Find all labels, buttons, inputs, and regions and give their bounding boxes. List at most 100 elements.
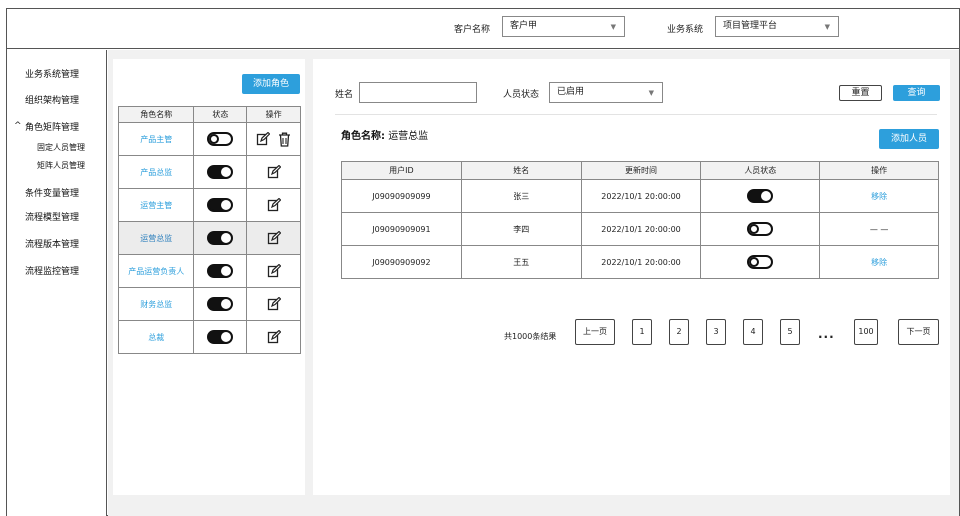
sidebar-item-role-matrix[interactable]: 角色矩阵管理 <box>25 120 79 133</box>
role-name[interactable]: 运营主管 <box>117 188 195 222</box>
status-filter-label: 人员状态 <box>503 90 540 100</box>
role-row[interactable]: 运营主管 <box>117 188 301 222</box>
table-row: J09090909091 李四 2022/10/1 20:00:00 — — <box>341 212 939 246</box>
page-button-last[interactable]: 100 <box>854 319 878 345</box>
table-row: J09090909099 张三 2022/10/1 20:00:00 移除 <box>341 179 939 213</box>
reset-button[interactable]: 重置 <box>839 85 882 101</box>
sidebar-item-process-version[interactable]: 流程版本管理 <box>25 237 79 250</box>
current-role-title: 角色名称: 运营总监 <box>341 127 428 142</box>
roles-panel: 添加角色 角色名称 状态 操作 产品主管 产品总监 运营主管 运营总监 产品运营… <box>113 59 305 495</box>
status-toggle[interactable] <box>207 165 234 179</box>
role-row-selected[interactable]: 运营总监 <box>117 221 301 255</box>
edit-icon[interactable] <box>267 165 281 179</box>
sidebar-subitem-fixed-personnel[interactable]: 固定人员管理 <box>37 142 85 153</box>
no-action-placeholder: — — <box>819 212 939 246</box>
pagination-ellipsis: ... <box>818 327 835 341</box>
status-toggle[interactable] <box>207 297 234 311</box>
page-button-1[interactable]: 1 <box>632 319 652 345</box>
customer-select-value: 客户甲 <box>510 21 538 31</box>
role-name[interactable]: 产品主管 <box>117 122 195 156</box>
user-id: J09090909099 <box>341 179 462 213</box>
trash-icon[interactable] <box>278 132 291 147</box>
edit-icon[interactable] <box>267 264 281 278</box>
top-bar: 客户名称 客户甲 ▼ 业务系统 项目管理平台 ▼ <box>7 9 959 49</box>
status-toggle[interactable] <box>207 264 234 278</box>
users-col-time: 更新时间 <box>580 161 702 180</box>
roles-col-status: 状态 <box>193 106 248 123</box>
chevron-down-icon: ▼ <box>648 89 654 97</box>
sidebar-subitem-matrix-personnel[interactable]: 矩阵人员管理 <box>37 160 85 171</box>
system-select[interactable]: 项目管理平台 ▼ <box>715 16 839 37</box>
table-row: J09090909092 王五 2022/10/1 20:00:00 移除 <box>341 245 939 279</box>
user-updated-time: 2022/10/1 20:00:00 <box>580 245 702 279</box>
add-person-button[interactable]: 添加人员 <box>879 129 939 149</box>
status-toggle[interactable] <box>207 330 234 344</box>
role-name[interactable]: 产品总监 <box>117 155 195 189</box>
sidebar-item-process-monitor[interactable]: 流程监控管理 <box>25 264 79 277</box>
prev-page-button[interactable]: 上一页 <box>575 319 615 345</box>
edit-icon[interactable] <box>267 198 281 212</box>
personnel-panel: 姓名 人员状态 已启用 ▼ 重置 查询 角色名称: 运营总监 添加人员 用户ID… <box>313 59 950 495</box>
role-name[interactable]: 运营总监 <box>117 221 195 255</box>
sidebar-item-process-model[interactable]: 流程模型管理 <box>25 210 79 223</box>
filter-divider <box>335 114 937 115</box>
status-toggle[interactable] <box>207 198 234 212</box>
user-status-toggle[interactable] <box>747 189 774 203</box>
sidebar: 业务系统管理 组织架构管理 ^ 角色矩阵管理 固定人员管理 矩阵人员管理 条件变… <box>7 50 107 516</box>
remove-link[interactable]: 移除 <box>819 245 939 279</box>
name-filter-label: 姓名 <box>335 90 354 100</box>
role-row[interactable]: 财务总监 <box>117 287 301 321</box>
name-filter-input[interactable] <box>359 82 477 103</box>
user-id: J09090909091 <box>341 212 462 246</box>
user-id: J09090909092 <box>341 245 462 279</box>
system-select-value: 项目管理平台 <box>723 21 778 31</box>
next-page-button[interactable]: 下一页 <box>898 319 939 345</box>
sidebar-item-condition-variable[interactable]: 条件变量管理 <box>25 186 79 199</box>
user-status-toggle[interactable] <box>747 255 774 269</box>
edit-icon[interactable] <box>267 330 281 344</box>
sidebar-item-org-structure[interactable]: 组织架构管理 <box>25 93 79 106</box>
edit-icon[interactable] <box>267 231 281 245</box>
status-toggle[interactable] <box>207 132 234 146</box>
role-name[interactable]: 产品运营负责人 <box>117 254 195 288</box>
role-name[interactable]: 财务总监 <box>117 287 195 321</box>
users-col-status: 人员状态 <box>700 161 821 180</box>
user-updated-time: 2022/10/1 20:00:00 <box>580 179 702 213</box>
users-table: 用户ID 姓名 更新时间 人员状态 操作 J09090909099 张三 202… <box>341 161 939 279</box>
edit-icon[interactable] <box>267 297 281 311</box>
users-col-name: 姓名 <box>460 161 582 180</box>
user-name: 王五 <box>460 245 582 279</box>
page-button-4[interactable]: 4 <box>743 319 763 345</box>
status-filter-select[interactable]: 已启用 ▼ <box>549 82 663 103</box>
role-row[interactable]: 总裁 <box>117 320 301 354</box>
role-row[interactable]: 产品主管 <box>117 122 301 156</box>
page-button-5[interactable]: 5 <box>780 319 800 345</box>
caret-up-icon[interactable]: ^ <box>14 121 22 131</box>
query-button[interactable]: 查询 <box>893 85 940 101</box>
add-role-button[interactable]: 添加角色 <box>242 74 300 94</box>
user-status-toggle[interactable] <box>747 222 774 236</box>
remove-link[interactable]: 移除 <box>819 179 939 213</box>
user-name: 张三 <box>460 179 582 213</box>
chevron-down-icon: ▼ <box>824 23 830 31</box>
customer-select[interactable]: 客户甲 ▼ <box>502 16 625 37</box>
role-row[interactable]: 产品运营负责人 <box>117 254 301 288</box>
role-row[interactable]: 产品总监 <box>117 155 301 189</box>
edit-icon[interactable] <box>256 132 270 146</box>
role-title-name: 运营总监 <box>388 131 429 142</box>
pagination-total: 共1000条结果 <box>504 332 557 341</box>
page-button-2[interactable]: 2 <box>669 319 689 345</box>
status-toggle[interactable] <box>207 231 234 245</box>
users-col-actions: 操作 <box>819 161 939 180</box>
roles-col-name: 角色名称 <box>117 106 195 123</box>
roles-table: 角色名称 状态 操作 产品主管 产品总监 运营主管 运营总监 产品运营负责人 财… <box>117 106 301 354</box>
role-title-prefix: 角色名称: <box>341 131 385 142</box>
customer-label: 客户名称 <box>454 25 491 35</box>
page-button-3[interactable]: 3 <box>706 319 726 345</box>
roles-col-actions: 操作 <box>246 106 301 123</box>
sidebar-item-business-system[interactable]: 业务系统管理 <box>25 67 79 80</box>
chevron-down-icon: ▼ <box>610 23 616 31</box>
system-label: 业务系统 <box>667 25 704 35</box>
user-name: 李四 <box>460 212 582 246</box>
role-name[interactable]: 总裁 <box>117 320 195 354</box>
